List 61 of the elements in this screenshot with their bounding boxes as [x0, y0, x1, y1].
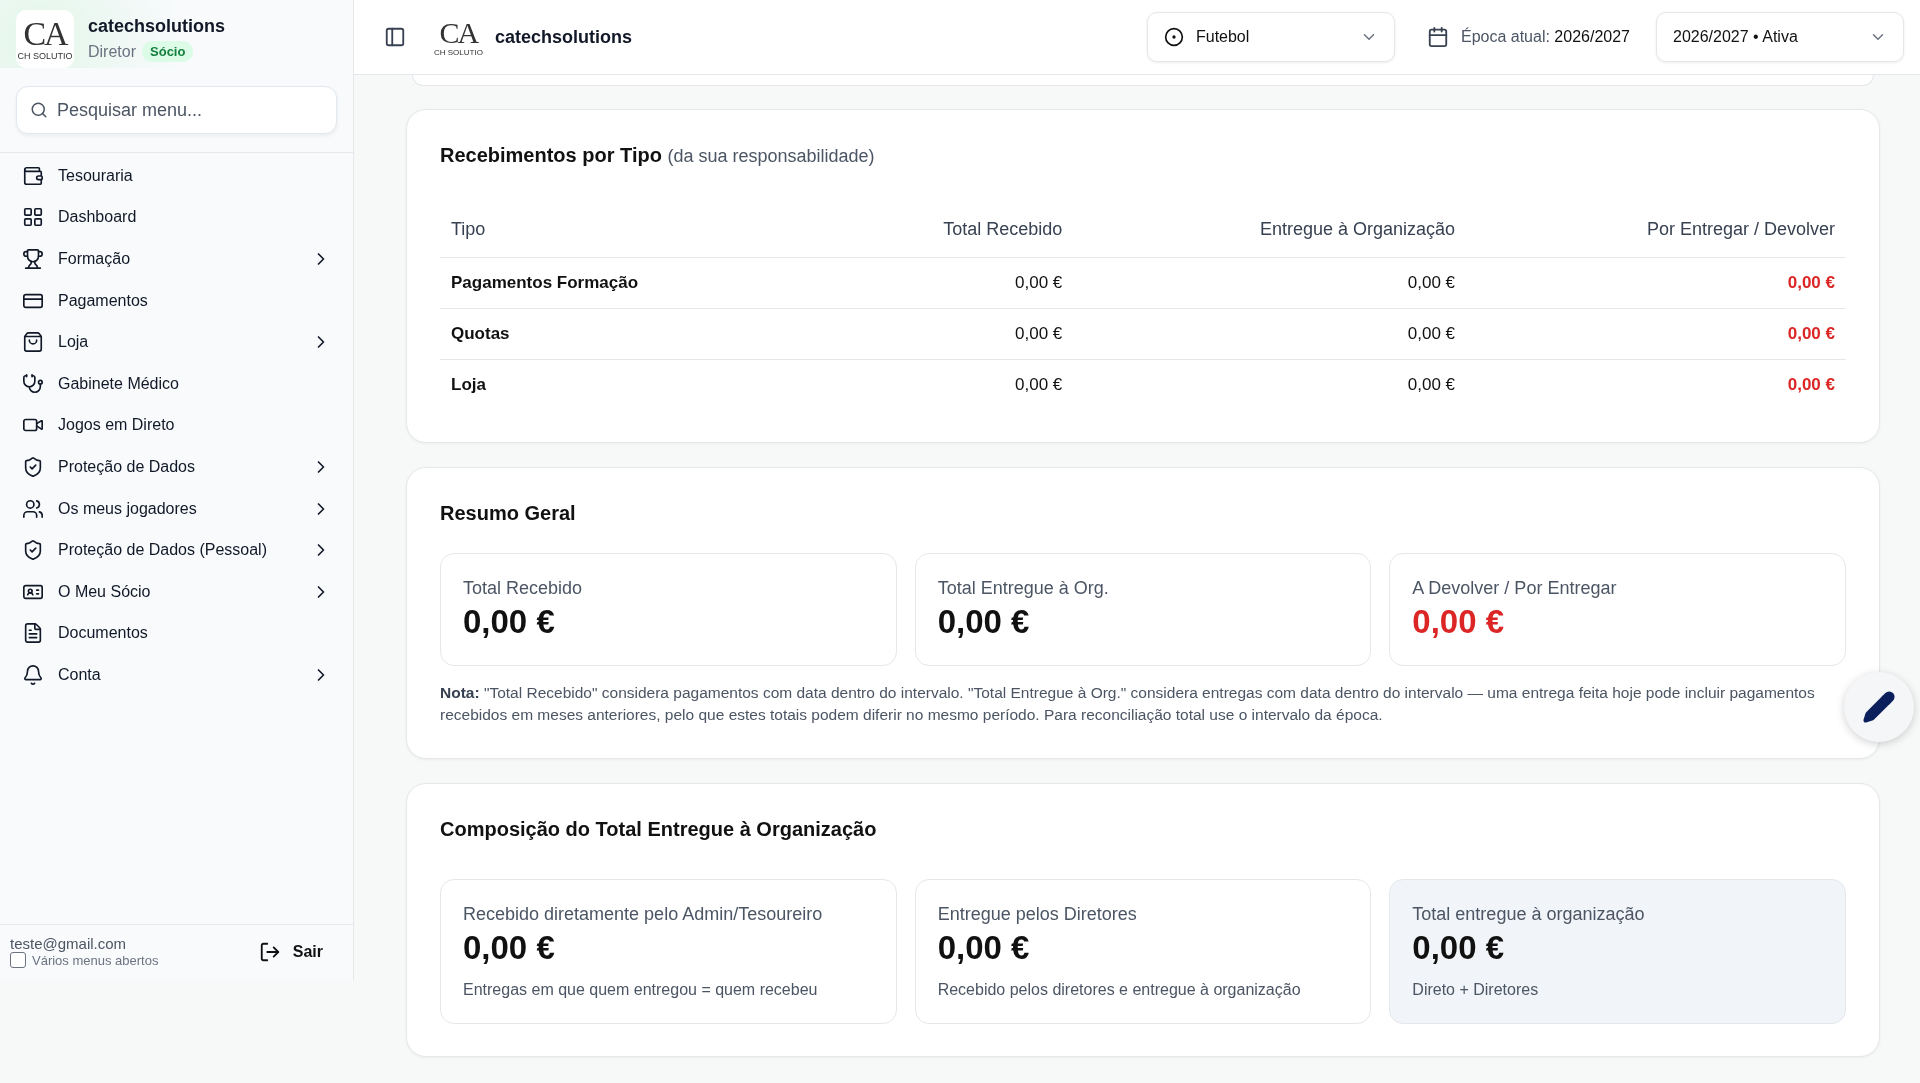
logo: CA CH SOLUTIO: [16, 10, 74, 68]
card-title: Composição do Total Entregue à Organização: [440, 818, 878, 841]
sidebar-item[interactable]: Proteção de Dados (Pessoal): [0, 529, 353, 571]
sport-select[interactable]: Futebol: [1146, 12, 1395, 62]
table-cell: 0,00 €: [1073, 257, 1466, 309]
metric-label: Total Entregue à Org.: [937, 578, 1110, 599]
card-title: Recebimentos por Tipo (da sua responsabilidade): [440, 144, 876, 167]
table-cell: 0,00 €: [1073, 308, 1466, 360]
table-cell: Loja: [440, 359, 819, 410]
metric-value: 0,00 €: [1412, 929, 1506, 967]
organization-name: catechsolutions: [88, 16, 226, 37]
table-cell: 0,00 €: [818, 308, 1074, 360]
logo: CA CH SOLUTIO: [434, 17, 483, 57]
metric-value: 0,00 €: [463, 603, 556, 641]
search-field[interactable]: Pesquisar menu...: [16, 86, 337, 134]
metric-value: 0,00 €: [937, 929, 1031, 967]
column-header: Total Recebido: [818, 197, 1074, 258]
metric-value: 0,00 €: [463, 929, 556, 967]
sidebar-item[interactable]: Dashboard: [0, 196, 353, 239]
table-cell: Pagamentos Formação: [440, 257, 819, 309]
current-season: Época atual: 2026/2027: [1460, 28, 1630, 46]
sidebar-item[interactable]: Loja: [0, 321, 353, 363]
sidebar-item[interactable]: Pagamentos: [0, 279, 353, 322]
user-role: Diretor: [88, 42, 136, 61]
sidebar-item[interactable]: Conta: [0, 654, 353, 696]
sidebar-item[interactable]: Proteção de Dados: [0, 446, 353, 488]
metric-caption: Recebido pelos diretores e entregue à organização: [937, 981, 1302, 999]
table-cell: 0,00 €: [1466, 257, 1846, 309]
user-email: teste@gmail.com: [10, 935, 128, 952]
table-cell: 0,00 €: [1466, 359, 1846, 410]
table-cell: Quotas: [440, 308, 819, 360]
metric-caption: Entregas em que quem entregou = quem recebeu: [463, 981, 819, 999]
metric-value: 0,00 €: [937, 603, 1031, 641]
metric-label: A Devolver / Por Entregar: [1412, 578, 1618, 599]
card-title: Resumo Geral: [440, 502, 577, 525]
sidebar-item[interactable]: Os meus jogadores: [0, 487, 353, 530]
sidebar-item[interactable]: Documentos: [0, 612, 353, 655]
table-cell: 0,00 €: [818, 257, 1074, 309]
note-text: Nota: "Total Recebido" considera pagamentos com data dentro do intervalo. "Total Entregue à Org." considera entregas com data dentro do intervalo — uma entrega feita hoje pode incluir pagamentos recebidos em meses anteriores, pelo que estes totais podem diferir no mesmo período. Para reconciliação total use o intervalo da época.: [440, 683, 1816, 725]
sidebar-item[interactable]: Formação: [0, 238, 353, 280]
table-cell: 0,00 €: [1073, 359, 1466, 410]
column-header: Tipo: [440, 197, 819, 258]
sidebar-item[interactable]: Tesouraria: [0, 155, 353, 197]
logout-button[interactable]: Sair: [252, 939, 329, 964]
column-header: Por Entregar / Devolver: [1466, 197, 1846, 258]
metric-value: 0,00 €: [1412, 603, 1506, 641]
sidebar-item[interactable]: O Meu Sócio: [0, 570, 353, 613]
table-cell: 0,00 €: [1466, 308, 1846, 360]
member-badge: Sócio: [142, 41, 194, 62]
metric-label: Total Recebido: [463, 578, 584, 599]
table-cell: 0,00 €: [818, 359, 1074, 410]
season-select[interactable]: 2026/2027 • Ativa: [1656, 12, 1904, 62]
sidebar-item[interactable]: Gabinete Médico: [0, 362, 353, 405]
sidebar-item[interactable]: Jogos em Direto: [0, 404, 353, 447]
multi-menu-checkbox[interactable]: Vários menus abertos: [10, 952, 253, 968]
metric-label: Entregue pelos Diretores: [937, 904, 1138, 925]
organization-name: catechsolutions: [494, 26, 633, 48]
metric-caption: Direto + Diretores: [1412, 981, 1540, 999]
metric-label: Total entregue à organização: [1412, 904, 1646, 925]
metric-label: Recebido diretamente pelo Admin/Tesoureiro: [463, 904, 824, 925]
column-header: Entregue à Organização: [1073, 197, 1466, 258]
